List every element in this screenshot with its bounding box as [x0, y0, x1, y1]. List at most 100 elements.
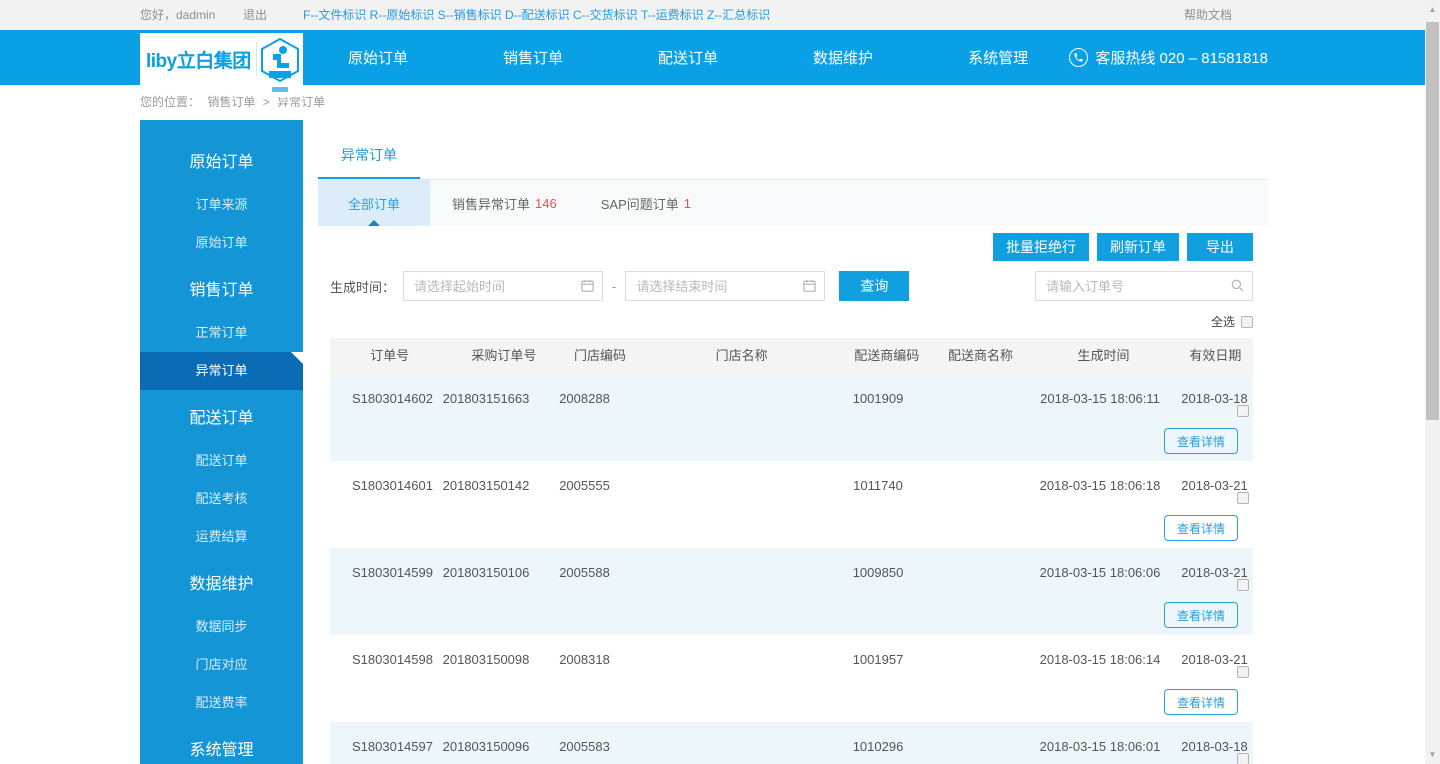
subtab-all-orders-label: 全部订单 — [348, 196, 401, 212]
subtab-all-orders[interactable]: 全部订单 — [318, 180, 431, 226]
orders-table: 订单号 采购订单号 门店编码 门店名称 配送商编码 配送商名称 生成时间 有效日… — [330, 338, 1253, 764]
main-nav: 原始订单 销售订单 配送订单 数据维护 系统管理 — [348, 30, 1028, 85]
row-checkbox[interactable] — [1237, 405, 1249, 417]
row-checkbox[interactable] — [1237, 753, 1249, 764]
sidebar-item-data-sync[interactable]: 数据同步 — [140, 608, 303, 646]
view-detail-button[interactable]: 查看详情 — [1163, 515, 1238, 541]
cell-created: 2018-03-15 18:06:01 — [1039, 738, 1161, 754]
end-time-input[interactable] — [625, 271, 826, 301]
cell-purchase-no: 201803150142 — [442, 477, 530, 493]
nav-sales-orders[interactable]: 销售订单 — [503, 47, 563, 68]
detail-row: 查看详情 — [330, 509, 1253, 548]
sidebar-item-normal-orders[interactable]: 正常订单 — [140, 314, 303, 352]
sidebar-item-freight-settlement[interactable]: 运费结算 — [140, 518, 303, 556]
sidebar-section-original-orders[interactable]: 原始订单 — [140, 148, 303, 178]
subtab-sales-abnormal-count: 146 — [535, 195, 557, 211]
scrollbar-thumb[interactable] — [1426, 22, 1439, 420]
view-detail-button[interactable]: 查看详情 — [1163, 689, 1238, 715]
cell-store-code: 2005555 — [559, 477, 610, 493]
row-checkbox[interactable] — [1237, 579, 1249, 591]
scrollbar-up-arrow[interactable]: ▲ — [1425, 2, 1440, 17]
sidebar-item-delivery-rate[interactable]: 配送费率 — [140, 684, 303, 722]
col-purchase-no: 采购订单号 — [471, 348, 537, 363]
logout-link[interactable]: 退出 — [243, 0, 267, 30]
generate-time-label: 生成时间： — [330, 279, 396, 295]
page: 您好，dadmin 退出 F--文件标识 R--原始标识 S--销售标识 D--… — [0, 0, 1425, 764]
sidebar-item-order-source[interactable]: 订单来源 — [140, 186, 303, 224]
subtab-sales-abnormal-label: 销售异常订单 — [452, 196, 531, 212]
tab-abnormal-orders[interactable]: 异常订单 — [318, 130, 420, 179]
sidebar-item-delivery-assessment[interactable]: 配送考核 — [140, 480, 303, 518]
logo-divider — [255, 42, 257, 76]
cell-purchase-no: 201803150096 — [442, 738, 530, 754]
sidebar-section-delivery-orders[interactable]: 配送订单 — [140, 404, 303, 434]
batch-reject-button[interactable]: 批量拒绝行 — [993, 233, 1089, 261]
breadcrumb-prefix: 您的位置： — [140, 95, 201, 109]
sidebar-section-sales-orders[interactable]: 销售订单 — [140, 276, 303, 306]
subtab-sap-problem-count: 1 — [683, 195, 691, 211]
scrollbar-down-arrow[interactable]: ▼ — [1425, 747, 1440, 762]
hotline-text: 客服热线 020 – 81581818 — [1095, 50, 1268, 67]
calendar-icon[interactable] — [802, 278, 817, 296]
col-order-no: 订单号 — [370, 348, 410, 363]
calendar-icon[interactable] — [580, 278, 595, 296]
top-utility-bar: 您好，dadmin 退出 F--文件标识 R--原始标识 S--销售标识 D--… — [0, 0, 1425, 30]
phone-icon — [1069, 48, 1089, 67]
detail-row: 查看详情 — [330, 683, 1253, 722]
breadcrumb-parent[interactable]: 销售订单 — [207, 95, 255, 109]
order-block: S1803014599 201803150106 2005588 1009850… — [330, 548, 1253, 635]
cell-dist-code: 1001957 — [852, 651, 904, 667]
page-scrollbar[interactable]: ▲ ▼ — [1425, 0, 1440, 764]
sidebar-section-system-management[interactable]: 系统管理 — [140, 736, 303, 764]
subtab-sales-abnormal-orders[interactable]: 销售异常订单 146 — [430, 180, 579, 226]
cell-dist-code: 1010296 — [852, 738, 904, 754]
sidebar-item-original-orders[interactable]: 原始订单 — [140, 224, 303, 262]
cell-purchase-no: 201803150098 — [442, 651, 530, 667]
cell-order-no: S1803014597 — [352, 738, 433, 754]
page-tab-row: 异常订单 — [318, 130, 1268, 180]
breadcrumb-separator: > — [262, 95, 270, 109]
user-greeting: 您好，dadmin — [140, 8, 216, 22]
nav-data-maintenance[interactable]: 数据维护 — [813, 47, 873, 68]
subtab-sap-problem-orders[interactable]: SAP问题订单 1 — [579, 180, 713, 226]
detail-row: 查看详情 — [330, 596, 1253, 635]
cell-purchase-no: 201803151663 — [442, 390, 530, 406]
export-button[interactable]: 导出 — [1187, 233, 1253, 261]
sidebar-item-delivery-orders[interactable]: 配送订单 — [140, 442, 303, 480]
detail-row: 查看详情 — [330, 422, 1253, 461]
view-detail-button[interactable]: 查看详情 — [1163, 602, 1238, 628]
cell-order-no: S1803014602 — [352, 390, 433, 406]
row-checkbox[interactable] — [1237, 666, 1249, 678]
order-flag-legend: F--文件标识 R--原始标识 S--销售标识 D--配送标识 C--交货标识 … — [303, 8, 771, 22]
table-header-row: 订单号 采购订单号 门店编码 门店名称 配送商编码 配送商名称 生成时间 有效日… — [330, 338, 1253, 374]
toolbar: 批量拒绝行 刷新订单 导出 生成时间： - — [318, 226, 1268, 301]
col-store-name: 门店名称 — [715, 348, 768, 363]
query-button[interactable]: 查询 — [839, 271, 910, 301]
table-row: S1803014601 201803150142 2005555 1011740… — [330, 461, 1253, 509]
sidebar-item-abnormal-orders[interactable]: 异常订单 — [140, 352, 303, 390]
order-number-search-input[interactable] — [1035, 271, 1253, 301]
sidebar-section-data-maintenance[interactable]: 数据维护 — [140, 570, 303, 600]
cell-valid: 2018-03-21 — [1181, 564, 1248, 580]
order-block: S1803014598 201803150098 2008318 1001957… — [330, 635, 1253, 722]
help-doc-link[interactable]: 帮助文档 — [1184, 0, 1232, 30]
breadcrumb: 您的位置： 销售订单 > 异常订单 — [0, 85, 1425, 120]
view-detail-button[interactable]: 查看详情 — [1163, 428, 1238, 454]
cell-valid: 2018-03-18 — [1181, 738, 1248, 754]
cell-created: 2018-03-15 18:06:11 — [1040, 390, 1160, 406]
refresh-orders-button[interactable]: 刷新订单 — [1097, 233, 1179, 261]
cell-dist-code: 1011740 — [853, 477, 903, 493]
row-checkbox[interactable] — [1237, 492, 1249, 504]
sidebar-item-store-mapping[interactable]: 门店对应 — [140, 646, 303, 684]
main-header: liby立白集团 原始订单 销售订单 配送订单 数据维护 系统管理 客服热线 0… — [0, 30, 1425, 97]
select-all-checkbox[interactable] — [1241, 315, 1253, 328]
start-time-input[interactable] — [403, 271, 604, 301]
nav-delivery-orders[interactable]: 配送订单 — [658, 47, 718, 68]
main-panel: 异常订单 全部订单 销售异常订单 146 SAP问题订单 1 批量拒绝行 刷新订… — [303, 120, 1425, 764]
cell-store-code: 2005588 — [559, 564, 610, 580]
search-icon[interactable] — [1230, 278, 1245, 296]
logo[interactable]: liby立白集团 — [140, 33, 303, 97]
cell-created: 2018-03-15 18:06:14 — [1039, 651, 1161, 667]
nav-original-orders[interactable]: 原始订单 — [348, 47, 408, 68]
nav-system-management[interactable]: 系统管理 — [968, 47, 1028, 68]
